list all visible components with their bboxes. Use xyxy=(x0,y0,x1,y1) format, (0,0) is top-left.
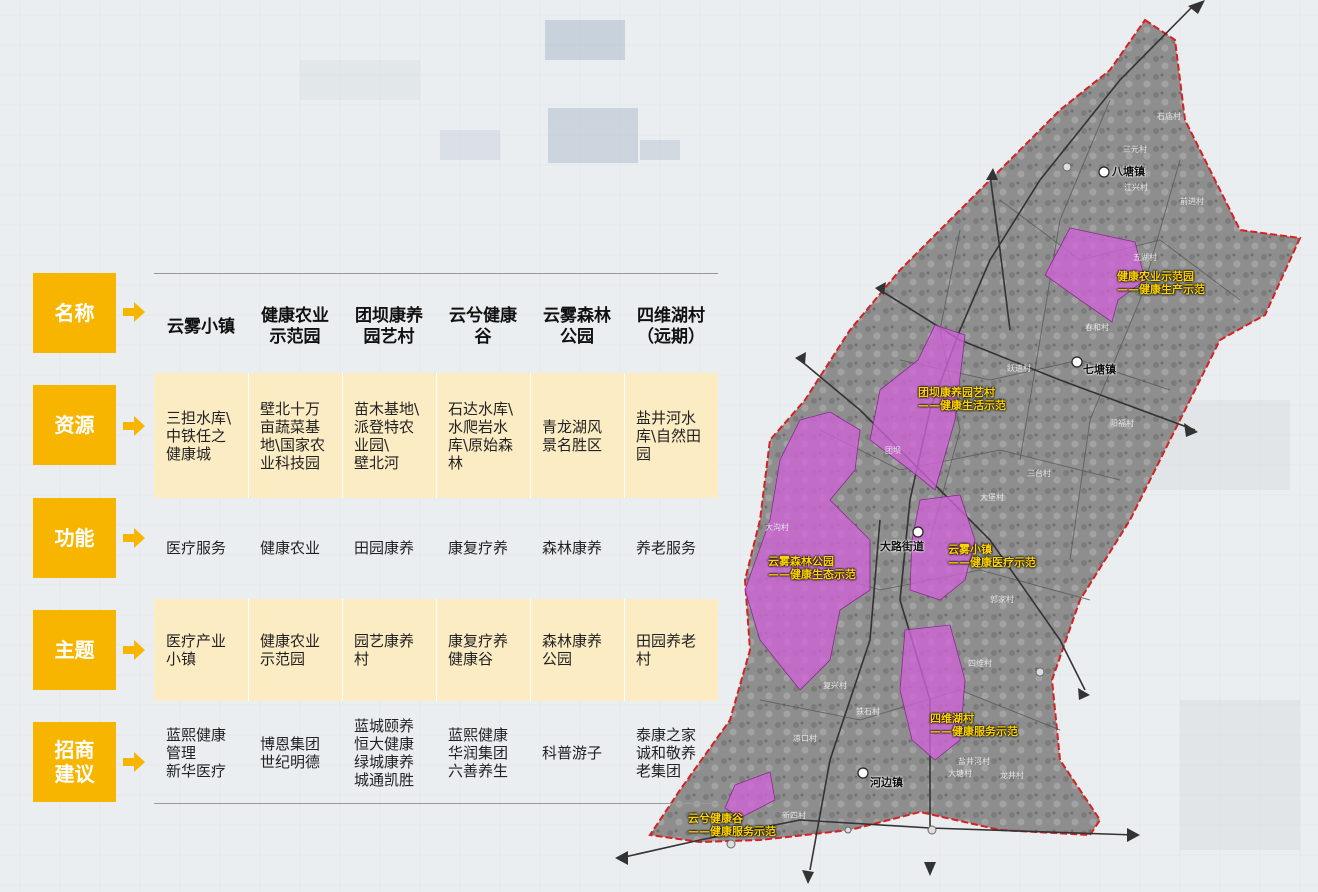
village-label: 三元村 xyxy=(1123,145,1147,154)
investment-cell: 蓝熙健康 华润集团 六善养生 xyxy=(448,725,509,780)
town-marker-qitang xyxy=(1071,356,1083,368)
village-label: 团坝 xyxy=(885,446,901,455)
resource-cell: 盐井河水 库\自然田 园 xyxy=(636,408,702,463)
investment-cell: 蓝城颐养 恒大健康 绿城康养 城通凯胜 xyxy=(354,716,415,789)
investment-cell: 博恩集团 世纪明德 xyxy=(260,734,321,771)
column-header: 云雾小镇 xyxy=(167,316,235,337)
village-label: 阳福村 xyxy=(1110,419,1134,428)
category-resource: 资源 xyxy=(33,385,116,465)
theme-cell: 园艺康养 村 xyxy=(354,632,415,668)
function-cell: 医疗服务 xyxy=(166,539,227,557)
village-label: 铁石村 xyxy=(856,707,880,716)
arrow-right-icon xyxy=(123,752,145,772)
arrow-right-icon xyxy=(123,528,145,548)
category-name: 名称 xyxy=(33,273,116,353)
resource-cell: 苗木基地\ 派登特农 业园\ 壁北河 xyxy=(354,399,420,472)
village-label: 复兴村 xyxy=(823,681,847,690)
zone-label-yunxi: 云兮健康谷 ——健康服务示范 xyxy=(688,812,776,838)
function-cell: 康复疗养 xyxy=(448,539,509,557)
resource-cell: 壁北十万 亩蔬菜基 地\国家农 业科技园 xyxy=(260,399,326,472)
column-header: 健康农业 示范园 xyxy=(261,306,329,347)
village-label: 大塘村 xyxy=(948,769,972,778)
town-label: 河边镇 xyxy=(870,776,903,789)
table-bottom-rule xyxy=(154,803,718,804)
function-cell: 养老服务 xyxy=(636,539,697,557)
zone-label-health-agriculture: 健康农业示范园 ——健康生产示范 xyxy=(1117,270,1205,296)
town-marker-hebian xyxy=(857,767,869,779)
column-header: 云雾森林 公园 xyxy=(543,306,611,347)
zone-label-forest-park: 云雾森林公园 ——健康生态示范 xyxy=(768,555,856,581)
zone-label-tuanba: 团坝康养园艺村 ——健康生活示范 xyxy=(918,386,1006,412)
category-investment: 招商 建议 xyxy=(33,722,116,802)
arrow-right-icon xyxy=(123,640,145,660)
village-label: 石庙村 xyxy=(1157,112,1181,121)
investment-cell: 科普游子 xyxy=(542,743,603,762)
village-label: 春和村 xyxy=(1085,323,1109,332)
village-label: 郭家村 xyxy=(990,595,1014,604)
theme-cell: 森林康养 公园 xyxy=(542,632,603,668)
town-marker-dalu xyxy=(912,526,924,538)
column-header: 团坝康养 园艺村 xyxy=(355,306,423,347)
function-cell: 田园康养 xyxy=(354,539,415,557)
function-cell: 森林康养 xyxy=(542,539,603,557)
arrow-right-icon xyxy=(123,416,145,436)
zone-label-yunwu-town: 云雾小镇 ——健康医疗示范 xyxy=(948,543,1036,569)
investment-cell: 泰康之家 诚和敬养 老集团 xyxy=(636,725,697,780)
project-table: 云雾小镇 健康农业 示范园 团坝康养 园艺村 云兮健康 谷 云雾森林 公园 四维… xyxy=(154,273,718,804)
village-label: 江兴村 xyxy=(1124,183,1148,192)
village-label: 五湖村 xyxy=(1133,253,1157,262)
arrow-right-icon xyxy=(123,302,145,322)
column-header: 云兮健康 谷 xyxy=(449,306,517,347)
village-label: 盐井河村 xyxy=(958,757,990,766)
village-label: 龙井村 xyxy=(1000,771,1024,780)
resource-cell: 青龙湖风 景名胜区 xyxy=(542,417,603,454)
zone-label-siwei: 四维湖村 ——健康服务示范 xyxy=(930,712,1018,738)
village-label: 大沟村 xyxy=(765,523,789,532)
resource-cell: 石达水库\ 水爬岩水 库\原始森 林 xyxy=(448,399,514,472)
village-label: 三台村 xyxy=(1027,469,1051,478)
town-label: 七塘镇 xyxy=(1083,363,1116,376)
table-top-rule xyxy=(154,273,718,274)
function-cell: 健康农业 xyxy=(260,539,321,557)
investment-cell: 蓝熙健康 管理 新华医疗 xyxy=(166,725,227,780)
theme-cell: 健康农业 示范园 xyxy=(260,632,321,668)
category-theme: 主题 xyxy=(33,610,116,690)
resource-cell: 三担水库\ 中铁任之 健康城 xyxy=(166,408,232,463)
theme-cell: 田园养老 村 xyxy=(636,632,697,668)
town-label: 八塘镇 xyxy=(1112,165,1145,178)
category-function: 功能 xyxy=(33,498,116,578)
village-label: 前进村 xyxy=(1180,197,1204,206)
town-label: 大路街道 xyxy=(880,540,924,553)
village-label: 凉口村 xyxy=(793,734,817,743)
village-label: 跃进村 xyxy=(1007,364,1031,373)
village-label: 新四村 xyxy=(782,811,806,820)
theme-cell: 康复疗养 健康谷 xyxy=(448,632,509,668)
town-marker-batang xyxy=(1098,166,1110,178)
village-label: 四维村 xyxy=(968,659,992,668)
village-label: 大堡村 xyxy=(980,493,1004,502)
theme-cell: 医疗产业 小镇 xyxy=(166,632,227,668)
column-header: 四维湖村 （远期） xyxy=(637,306,705,347)
